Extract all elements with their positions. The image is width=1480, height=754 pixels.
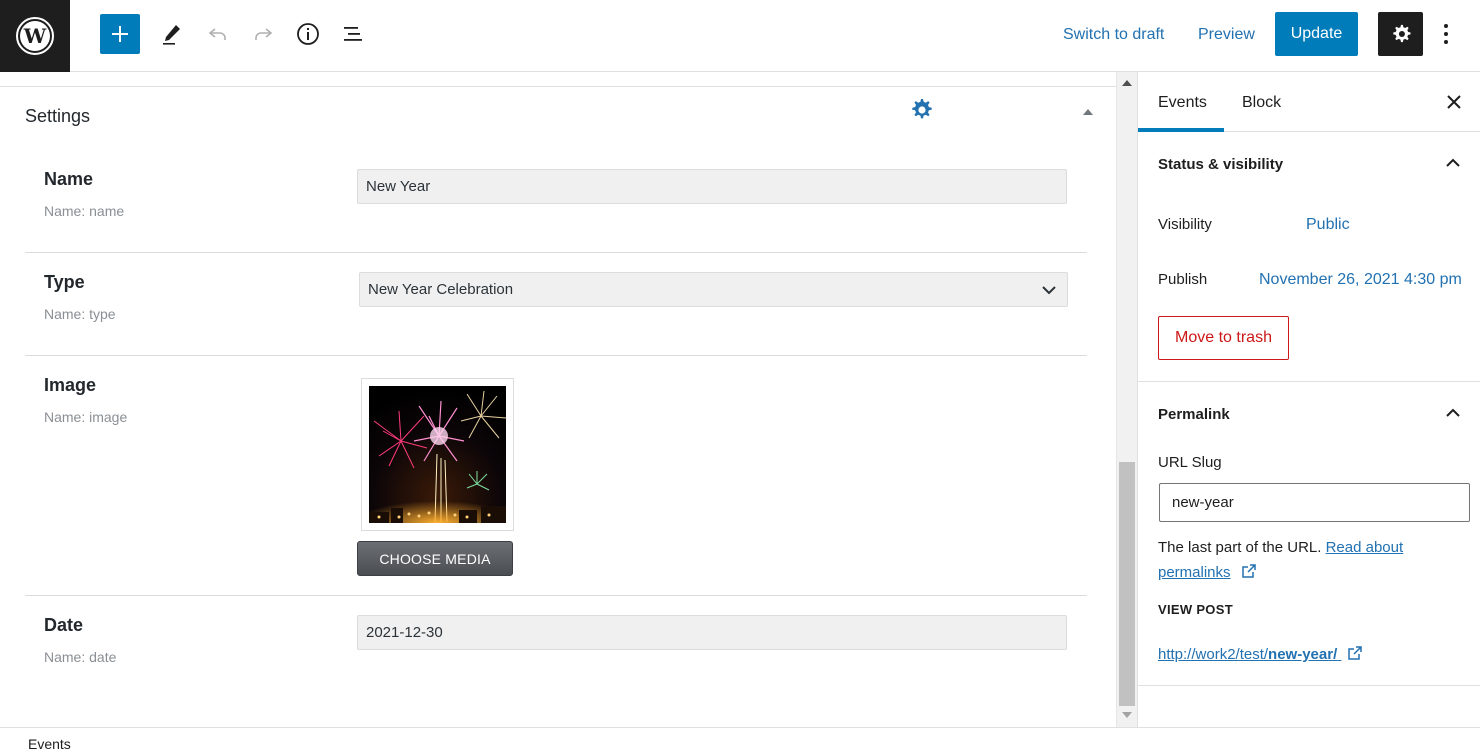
divider — [25, 252, 1087, 253]
url-slug-label: URL Slug — [1158, 454, 1222, 471]
pencil-icon — [163, 25, 180, 45]
undo-button[interactable] — [198, 14, 238, 54]
scrollbar[interactable] — [1116, 72, 1137, 727]
divider — [1138, 685, 1480, 686]
tab-events[interactable]: Events — [1158, 94, 1207, 112]
field-sub-image: Name: image — [44, 409, 128, 425]
fireworks-image — [369, 386, 507, 523]
metabox-title: Settings — [25, 106, 91, 126]
publish-label: Publish — [1158, 271, 1208, 288]
more-options-button[interactable] — [1436, 14, 1456, 54]
chevron-up-icon[interactable] — [1444, 404, 1462, 422]
tab-block[interactable]: Block — [1242, 94, 1281, 112]
choose-media-button[interactable]: CHOOSE MEDIA — [357, 541, 513, 576]
settings-toggle-button[interactable] — [1378, 12, 1423, 56]
settings-sidebar: Events Block Status & visibility Visibil… — [1137, 72, 1480, 727]
wordpress-logo-icon[interactable]: W — [0, 0, 70, 72]
permalink-title[interactable]: Permalink — [1158, 406, 1230, 423]
list-view-icon — [344, 27, 362, 41]
redo-icon — [255, 28, 273, 40]
type-select[interactable]: New Year Celebration — [359, 272, 1068, 307]
external-link-icon — [1241, 564, 1256, 578]
preview-button[interactable]: Preview — [1198, 26, 1255, 44]
status-visibility-title[interactable]: Status & visibility — [1158, 156, 1283, 173]
type-select-value: New Year Celebration — [368, 281, 514, 298]
block-breadcrumb-bar: Events — [0, 727, 1480, 754]
visibility-value[interactable]: Public — [1306, 216, 1350, 234]
post-url-base: http://work2/test/ — [1158, 646, 1269, 663]
scrollbar-thumb[interactable] — [1119, 462, 1135, 706]
chevron-up-icon[interactable] — [1444, 154, 1462, 172]
date-input[interactable]: 2021-12-30 — [357, 615, 1067, 650]
field-sub-date: Name: date — [44, 649, 117, 665]
scroll-down-arrow-icon[interactable] — [1122, 712, 1132, 718]
field-sub-name: Name: name — [44, 203, 125, 219]
publish-date[interactable]: November 26, 2021 4:30 pm — [1259, 271, 1462, 289]
update-button[interactable]: Update — [1275, 12, 1358, 56]
more-vertical-icon — [1444, 24, 1448, 44]
undo-icon — [208, 28, 226, 40]
sidebar-tabs: Events Block — [1138, 72, 1480, 132]
permalinks-link[interactable]: permalinks — [1158, 564, 1231, 581]
close-icon[interactable] — [1444, 92, 1464, 112]
gear-icon — [1392, 24, 1411, 43]
post-url-slug: new-year/ — [1268, 646, 1338, 663]
breadcrumb-item[interactable]: Events — [28, 736, 71, 752]
redo-button[interactable] — [243, 14, 283, 54]
view-post-label: VIEW POST — [1158, 602, 1233, 617]
field-label-name: Name — [44, 169, 94, 189]
info-icon — [297, 23, 319, 45]
chevron-down-icon — [1042, 286, 1056, 295]
editor-content: Settings Name Name: name New Year Type N… — [0, 72, 1116, 727]
divider — [25, 595, 1087, 596]
divider — [0, 86, 1116, 87]
url-slug-input[interactable]: new-year — [1159, 483, 1470, 522]
tools-button[interactable] — [152, 14, 192, 54]
external-link-icon — [1348, 646, 1363, 660]
plus-icon — [112, 26, 128, 42]
editor-header: W Switch to draft Preview Update — [0, 0, 1480, 72]
name-input[interactable]: New Year — [357, 169, 1067, 204]
read-about-link[interactable]: Read about — [1326, 539, 1404, 556]
switch-to-draft-button[interactable]: Switch to draft — [1063, 26, 1164, 44]
permalink-help: The last part of the URL. Read about per… — [1158, 535, 1458, 585]
move-to-trash-button[interactable]: Move to trash — [1158, 316, 1289, 360]
collapse-toggle-icon[interactable] — [1083, 109, 1093, 115]
gear-icon[interactable] — [910, 98, 934, 122]
add-block-button[interactable] — [100, 14, 140, 54]
post-url-link[interactable]: http://work2/test/new-year/ — [1158, 645, 1363, 663]
help-text-prefix: The last part of the URL. — [1158, 539, 1322, 556]
scroll-up-arrow-icon[interactable] — [1122, 80, 1132, 86]
field-sub-type: Name: type — [44, 306, 116, 322]
field-label-type: Type — [44, 272, 85, 292]
field-label-image: Image — [44, 375, 97, 395]
divider — [1138, 381, 1480, 382]
active-tab-indicator — [1138, 128, 1224, 132]
visibility-label: Visibility — [1158, 216, 1212, 233]
image-preview[interactable] — [361, 378, 514, 531]
divider — [25, 355, 1087, 356]
details-button[interactable] — [288, 14, 328, 54]
field-label-date: Date — [44, 615, 84, 635]
svg-text:W: W — [23, 24, 47, 48]
list-view-button[interactable] — [333, 14, 373, 54]
